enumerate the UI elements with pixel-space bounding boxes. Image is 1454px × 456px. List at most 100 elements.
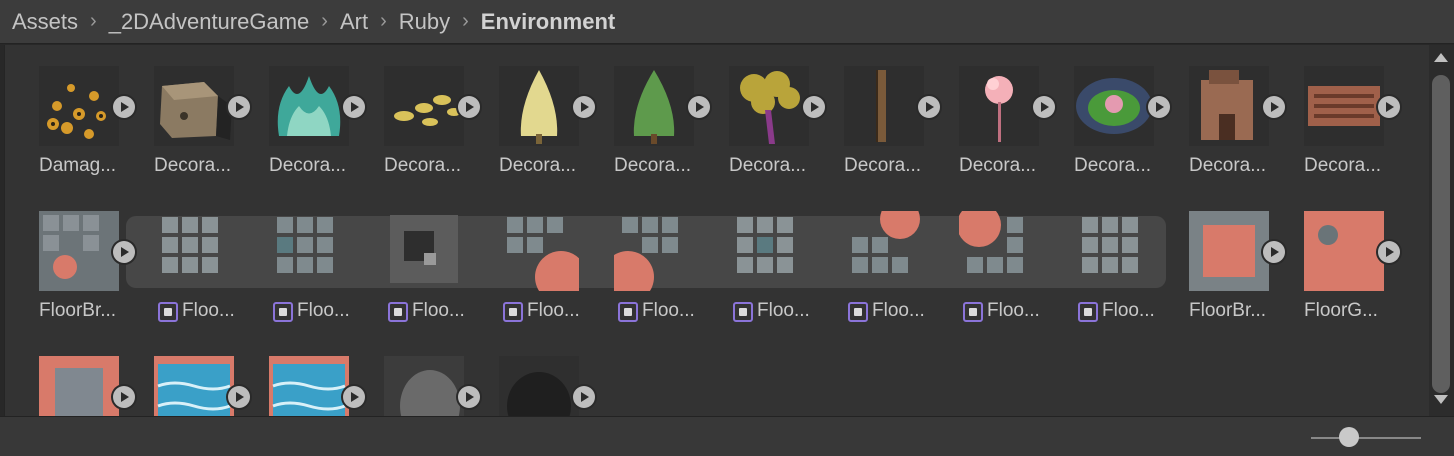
asset-tile[interactable]	[350, 335, 480, 416]
asset-label: Damag...	[39, 155, 117, 176]
scrollbar-thumb[interactable]	[1432, 75, 1450, 393]
asset-grid: Damag... Decora... Decora... Decora... D…	[4, 45, 1429, 416]
breadcrumb-ruby[interactable]: Ruby	[399, 9, 450, 35]
asset-thumbnail	[729, 211, 809, 291]
asset-label: Decora...	[1304, 155, 1382, 176]
breadcrumb-assets[interactable]: Assets	[12, 9, 78, 35]
breadcrumb-art[interactable]: Art	[340, 9, 368, 35]
asset-label: Decora...	[729, 155, 807, 176]
asset-label: FloorG...	[1304, 300, 1378, 321]
asset-tile[interactable]	[120, 335, 250, 416]
sub-asset-tile[interactable]: Floo...	[925, 190, 1040, 322]
asset-tile[interactable]: Decora...	[465, 45, 595, 176]
scroll-down-icon[interactable]	[1434, 395, 1448, 404]
zoom-slider-track[interactable]	[1311, 437, 1421, 439]
play-icon[interactable]	[573, 386, 595, 408]
asset-thumbnail	[959, 66, 1039, 146]
asset-tile[interactable]: Decora...	[580, 45, 710, 176]
asset-label: Decora...	[499, 155, 577, 176]
asset-thumbnail	[499, 211, 579, 291]
sub-asset-tile[interactable]: Floo...	[350, 190, 465, 322]
sub-asset-tile[interactable]: Floo...	[580, 190, 695, 322]
asset-tile[interactable]: Decora...	[120, 45, 250, 176]
sprite-icon	[388, 302, 408, 322]
asset-thumbnail	[614, 211, 694, 291]
asset-label: FloorBr...	[1189, 300, 1267, 321]
asset-tile[interactable]: Damag...	[5, 45, 135, 176]
asset-thumbnail	[1304, 66, 1384, 146]
asset-label: Floo...	[1102, 300, 1155, 321]
asset-label: Floo...	[642, 300, 695, 321]
asset-tile[interactable]: FloorBr...	[5, 190, 135, 321]
asset-tile[interactable]: Decora...	[1270, 45, 1400, 176]
chevron-right-icon: ›	[462, 10, 469, 32]
sub-asset-tile[interactable]: Floo...	[1040, 190, 1155, 322]
asset-thumbnail	[154, 66, 234, 146]
sub-asset-tile[interactable]: Floo...	[235, 190, 350, 322]
asset-label: Decora...	[1074, 155, 1152, 176]
asset-thumbnail	[959, 211, 1039, 291]
asset-label: Decora...	[614, 155, 692, 176]
asset-label: Floo...	[757, 300, 810, 321]
asset-thumbnail	[614, 66, 694, 146]
asset-thumbnail	[384, 211, 464, 291]
asset-tile[interactable]: Decora...	[810, 45, 940, 176]
asset-thumbnail	[1074, 211, 1154, 291]
sprite-icon	[158, 302, 178, 322]
asset-label: Floo...	[182, 300, 235, 321]
asset-label: Decora...	[154, 155, 232, 176]
sprite-icon	[1078, 302, 1098, 322]
asset-thumbnail	[729, 66, 809, 146]
asset-thumbnail	[844, 66, 924, 146]
asset-label: FloorBr...	[39, 300, 117, 321]
asset-tile[interactable]: FloorG...	[1270, 190, 1400, 321]
sub-asset-tile[interactable]: Floo...	[695, 190, 810, 322]
play-icon[interactable]	[1378, 241, 1400, 263]
asset-thumbnail	[154, 356, 234, 416]
sub-asset-tile[interactable]: Floo...	[120, 190, 235, 322]
asset-thumbnail	[39, 211, 119, 291]
asset-thumbnail	[39, 356, 119, 416]
asset-thumbnail	[269, 356, 349, 416]
asset-tile[interactable]	[465, 335, 595, 416]
asset-thumbnail	[844, 211, 924, 291]
asset-tile[interactable]: Decora...	[925, 45, 1055, 176]
asset-tile[interactable]: Decora...	[695, 45, 825, 176]
asset-tile[interactable]: Decora...	[1155, 45, 1285, 176]
asset-thumbnail	[269, 66, 349, 146]
asset-label: Decora...	[269, 155, 347, 176]
asset-thumbnail	[384, 356, 464, 416]
chevron-right-icon: ›	[90, 10, 97, 32]
breadcrumb-environment: Environment	[480, 8, 616, 34]
asset-tile[interactable]: Decora...	[350, 45, 480, 176]
sub-asset-tile[interactable]: Floo...	[465, 190, 580, 322]
asset-thumbnail	[499, 356, 579, 416]
asset-label: Floo...	[527, 300, 580, 321]
asset-tile[interactable]	[5, 335, 135, 416]
breadcrumb-2dadventuregame[interactable]: _2DAdventureGame	[109, 9, 310, 35]
sprite-icon	[963, 302, 983, 322]
asset-tile[interactable]: Decora...	[1040, 45, 1170, 176]
asset-thumbnail	[1304, 211, 1384, 291]
sprite-icon	[848, 302, 868, 322]
asset-thumbnail	[39, 66, 119, 146]
asset-thumbnail	[154, 211, 234, 291]
play-icon[interactable]	[1378, 96, 1400, 118]
asset-tile[interactable]	[235, 335, 365, 416]
asset-tile[interactable]: FloorBr...	[1155, 190, 1285, 321]
sub-asset-tile[interactable]: Floo...	[810, 190, 925, 322]
asset-thumbnail	[384, 66, 464, 146]
asset-tile[interactable]: Decora...	[235, 45, 365, 176]
asset-label: Decora...	[959, 155, 1037, 176]
asset-thumbnail	[1074, 66, 1154, 146]
asset-thumbnail	[499, 66, 579, 146]
asset-thumbnail	[269, 211, 349, 291]
asset-label: Decora...	[1189, 155, 1267, 176]
chevron-right-icon: ›	[380, 10, 387, 32]
vertical-scrollbar[interactable]	[1429, 45, 1454, 416]
scroll-up-icon[interactable]	[1434, 53, 1448, 62]
zoom-slider-handle[interactable]	[1339, 427, 1359, 447]
asset-label: Floo...	[297, 300, 350, 321]
asset-label: Floo...	[872, 300, 925, 321]
asset-label: Decora...	[384, 155, 462, 176]
